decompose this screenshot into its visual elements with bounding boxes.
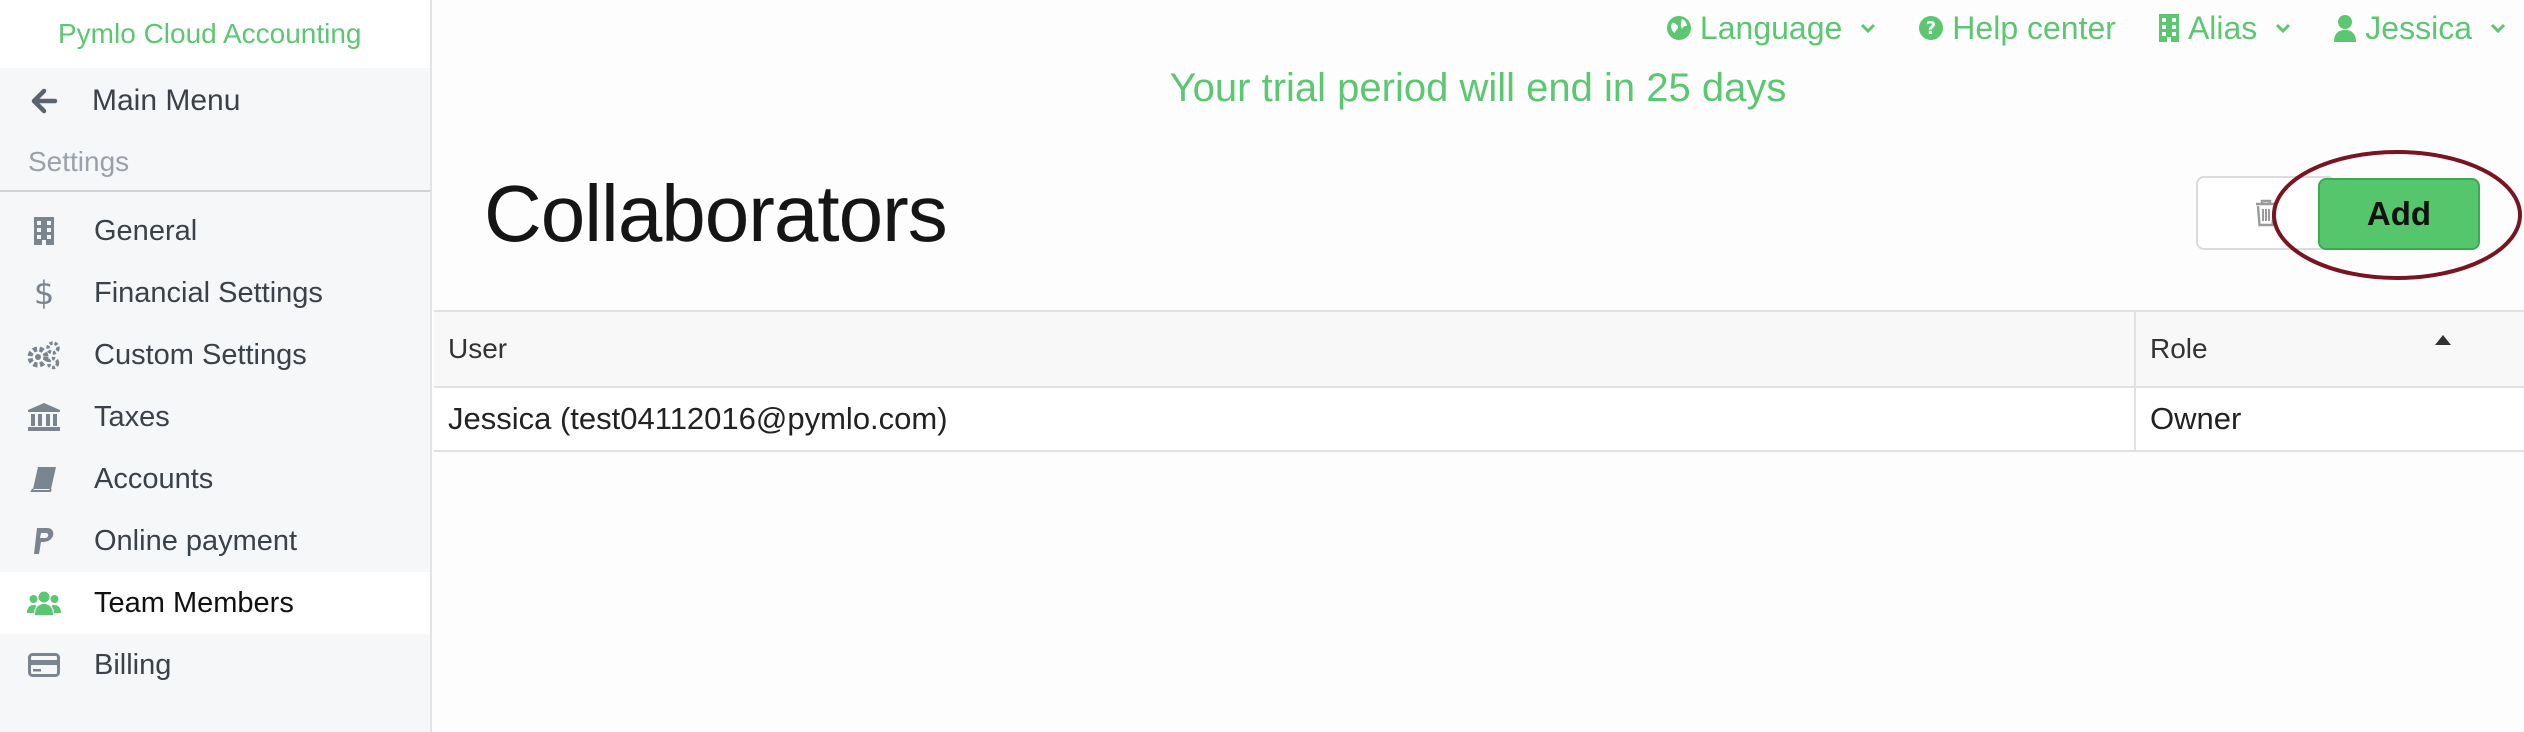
brand-logo[interactable]: Pymlo Cloud Accounting	[0, 0, 430, 68]
top-bar: Language ? Help center Alias Jessica	[1666, 0, 2524, 56]
user-menu[interactable]: Jessica	[2333, 10, 2506, 47]
sidebar-item-team-members[interactable]: Team Members	[0, 572, 430, 634]
question-circle-icon: ?	[1919, 16, 1944, 40]
sort-ascending-icon[interactable]	[2434, 334, 2452, 346]
column-header-role[interactable]: Role	[2136, 312, 2524, 386]
sidebar-item-label: Custom Settings	[94, 338, 307, 371]
alias-label: Alias	[2187, 9, 2258, 46]
settings-section-label: Settings	[0, 134, 430, 192]
main-menu-label: Main Menu	[92, 84, 241, 117]
book-icon	[26, 461, 62, 497]
column-header-role-label: Role	[2150, 333, 2208, 364]
help-center-link[interactable]: ? Help center	[1918, 10, 2116, 47]
page-title: Collaborators	[484, 169, 948, 258]
sidebar-item-label: Billing	[94, 648, 172, 681]
language-menu[interactable]: Language	[1666, 10, 1876, 47]
alias-menu[interactable]: Alias	[2158, 10, 2291, 47]
collaborators-table: User Role Jessica (test04112016@pymlo.co…	[434, 310, 2524, 452]
trial-banner: Your trial period will end in 25 days	[1169, 66, 1787, 110]
svg-text:?: ?	[1926, 18, 1936, 39]
user-name: Jessica	[2365, 9, 2472, 46]
dollar-icon: $	[33, 274, 55, 312]
sidebar-item-label: Financial Settings	[94, 276, 323, 309]
chevron-down-icon	[1861, 23, 1876, 34]
arrow-left-icon	[26, 83, 62, 119]
bank-icon	[26, 399, 62, 435]
sidebar-item-billing[interactable]: Billing	[0, 634, 430, 696]
trash-icon	[2256, 199, 2276, 227]
language-label: Language	[1699, 9, 1843, 46]
building-icon	[26, 213, 62, 249]
paypal-icon	[26, 523, 62, 559]
sidebar-item-custom-settings[interactable]: Custom Settings	[0, 324, 430, 386]
sidebar-item-label: Accounts	[94, 462, 214, 495]
sidebar-item-label: Online payment	[94, 524, 298, 557]
add-button[interactable]: Add	[2318, 178, 2480, 250]
delete-button[interactable]	[2196, 176, 2336, 250]
sidebar-item-label: Taxes	[94, 400, 170, 433]
app-root: Pymlo Cloud Accounting Main Menu Setting…	[0, 0, 2524, 732]
sidebar-item-online-payment[interactable]: Online payment	[0, 510, 430, 572]
users-icon	[26, 585, 62, 621]
user-cell: Jessica (test04112016@pymlo.com)	[434, 388, 2136, 450]
sidebar-item-label: Team Members	[94, 586, 294, 619]
table-header: User Role	[434, 310, 2524, 388]
sidebar-item-label: General	[94, 214, 198, 247]
credit-card-icon	[26, 647, 62, 683]
sidebar-item-taxes[interactable]: Taxes	[0, 386, 430, 448]
gears-icon	[26, 337, 62, 373]
globe-icon	[1666, 16, 1691, 40]
chevron-down-icon	[2490, 23, 2506, 34]
role-cell: Owner	[2150, 401, 2242, 436]
user-icon	[2334, 15, 2357, 42]
help-center-label: Help center	[1952, 9, 2116, 46]
building-icon	[2158, 14, 2179, 42]
sidebar-item-financial-settings[interactable]: $ Financial Settings	[0, 262, 430, 324]
table-row[interactable]: Jessica (test04112016@pymlo.com) Owner	[434, 388, 2524, 452]
sidebar-item-general[interactable]: General	[0, 200, 430, 262]
main-menu-link[interactable]: Main Menu	[0, 68, 430, 134]
sidebar-item-accounts[interactable]: Accounts	[0, 448, 430, 510]
column-header-user[interactable]: User	[434, 312, 2136, 386]
chevron-down-icon	[2276, 23, 2291, 34]
sidebar: Pymlo Cloud Accounting Main Menu Setting…	[0, 0, 432, 732]
